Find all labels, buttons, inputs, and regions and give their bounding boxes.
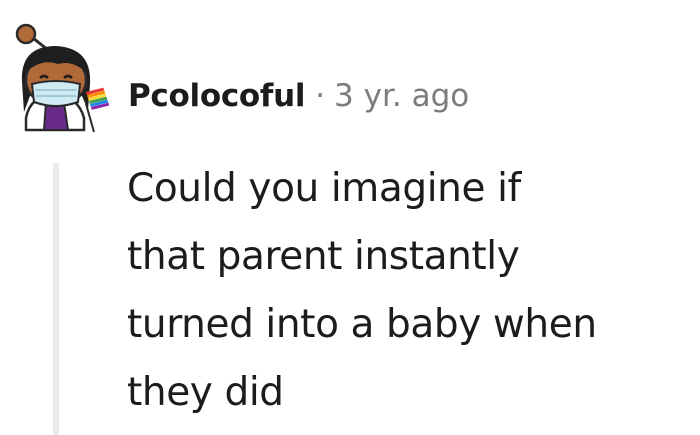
comment-card: Pcolocoful · 3 yr. ago Could you imagine… (0, 0, 700, 435)
comment-body-line: Could you imagine if (127, 166, 521, 211)
comment-header: Pcolocoful · 3 yr. ago (128, 74, 469, 118)
comment-body-line: turned into a baby when (127, 302, 597, 347)
snoo-avatar-icon (15, 23, 110, 133)
meta-separator: · (315, 78, 326, 114)
comment-body: Could you imagine if that parent instant… (127, 155, 692, 427)
timestamp-link[interactable]: 3 yr. ago (334, 78, 469, 114)
thread-collapse-line[interactable] (53, 163, 59, 435)
comment-body-line: that parent instantly (127, 234, 520, 279)
comment-body-line: they did (127, 370, 284, 415)
user-avatar[interactable] (12, 20, 112, 140)
username-link[interactable]: Pcolocoful (128, 78, 305, 114)
